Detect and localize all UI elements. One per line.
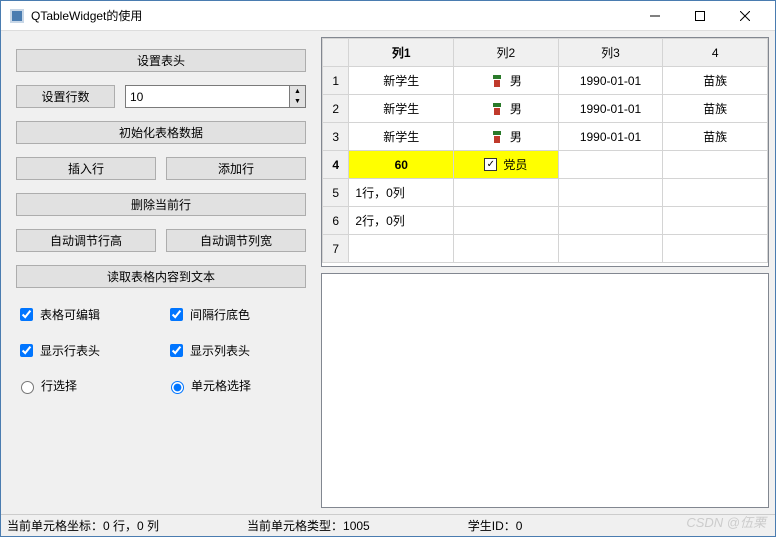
- table-widget[interactable]: 列1 列2 列3 4 1 新学生 男 1990-01-01 苗族 2 新: [321, 37, 769, 267]
- set-header-button[interactable]: 设置表头: [16, 49, 306, 72]
- table-cell[interactable]: 男: [454, 95, 559, 123]
- table-cell[interactable]: [454, 235, 559, 263]
- table-row: 4 60 党员: [323, 151, 768, 179]
- row-header[interactable]: 4: [323, 151, 349, 179]
- window-title: QTableWidget的使用: [31, 7, 632, 24]
- table-cell[interactable]: [663, 207, 768, 235]
- rowheader-checkbox[interactable]: 显示行表头: [16, 341, 156, 360]
- row-header[interactable]: 3: [323, 123, 349, 151]
- app-icon: [9, 8, 25, 24]
- table-cell[interactable]: [663, 151, 768, 179]
- col-header-3[interactable]: 列3: [558, 39, 663, 67]
- titlebar: QTableWidget的使用: [1, 1, 775, 31]
- rowcount-input[interactable]: [125, 85, 290, 108]
- col-header-4[interactable]: 4: [663, 39, 768, 67]
- table-cell[interactable]: [349, 235, 454, 263]
- control-panel: 设置表头 设置行数 ▲ ▼ 初始化表格数据 插入行 添加行 删除当前行 自动调节…: [1, 31, 321, 514]
- table-cell[interactable]: 1990-01-01: [558, 123, 663, 151]
- row-header[interactable]: 6: [323, 207, 349, 235]
- cell-select-radio[interactable]: 单元格选择: [166, 377, 306, 394]
- table-cell-selected[interactable]: 60: [349, 151, 454, 179]
- table-row: 2 新学生 男 1990-01-01 苗族: [323, 95, 768, 123]
- rowcount-spinbox[interactable]: ▲ ▼: [125, 85, 306, 108]
- table-cell[interactable]: [663, 179, 768, 207]
- table-row: 5 1行，0列: [323, 179, 768, 207]
- table-row: 6 2行，0列: [323, 207, 768, 235]
- close-button[interactable]: [722, 1, 767, 30]
- table-cell[interactable]: [558, 151, 663, 179]
- minimize-button[interactable]: [632, 1, 677, 30]
- table-cell[interactable]: 1行，0列: [349, 179, 454, 207]
- row-header[interactable]: 1: [323, 67, 349, 95]
- table-row: 1 新学生 男 1990-01-01 苗族: [323, 67, 768, 95]
- row-select-radio[interactable]: 行选择: [16, 377, 156, 394]
- table-cell[interactable]: 新学生: [349, 95, 454, 123]
- table-cell[interactable]: 1990-01-01: [558, 67, 663, 95]
- maximize-button[interactable]: [677, 1, 722, 30]
- delete-row-button[interactable]: 删除当前行: [16, 193, 306, 216]
- person-icon: [490, 102, 504, 116]
- table-row: 3 新学生 男 1990-01-01 苗族: [323, 123, 768, 151]
- row-header[interactable]: 2: [323, 95, 349, 123]
- spin-up-button[interactable]: ▲: [290, 86, 305, 97]
- table-cell[interactable]: [454, 179, 559, 207]
- insert-row-button[interactable]: 插入行: [16, 157, 156, 180]
- text-output[interactable]: [321, 273, 769, 508]
- person-icon: [490, 74, 504, 88]
- table-cell[interactable]: [454, 207, 559, 235]
- table-cell[interactable]: [558, 235, 663, 263]
- read-to-text-button[interactable]: 读取表格内容到文本: [16, 265, 306, 288]
- auto-rowheight-button[interactable]: 自动调节行高: [16, 229, 156, 252]
- row-header[interactable]: 5: [323, 179, 349, 207]
- checkbox-icon[interactable]: [484, 158, 497, 171]
- table-cell[interactable]: 苗族: [663, 123, 768, 151]
- table-cell[interactable]: [558, 207, 663, 235]
- statusbar: 当前单元格坐标：0 行，0 列 当前单元格类型：1005 学生ID：0: [1, 514, 775, 536]
- table-row: 7: [323, 235, 768, 263]
- status-sid: 学生ID：0: [468, 517, 523, 534]
- table-cell[interactable]: 新学生: [349, 123, 454, 151]
- status-coord: 当前单元格坐标：0 行，0 列: [7, 517, 159, 534]
- altrow-checkbox[interactable]: 间隔行底色: [166, 305, 306, 324]
- person-icon: [490, 130, 504, 144]
- spin-down-button[interactable]: ▼: [290, 97, 305, 108]
- table-cell[interactable]: 男: [454, 123, 559, 151]
- init-data-button[interactable]: 初始化表格数据: [16, 121, 306, 144]
- editable-checkbox[interactable]: 表格可编辑: [16, 305, 156, 324]
- table-cell[interactable]: 党员: [454, 151, 559, 179]
- col-header-2[interactable]: 列2: [454, 39, 559, 67]
- corner-header[interactable]: [323, 39, 349, 67]
- table-cell[interactable]: [558, 179, 663, 207]
- table-cell[interactable]: 新学生: [349, 67, 454, 95]
- table-cell[interactable]: 男: [454, 67, 559, 95]
- table-cell[interactable]: 苗族: [663, 67, 768, 95]
- status-type: 当前单元格类型：1005: [247, 517, 370, 534]
- row-header[interactable]: 7: [323, 235, 349, 263]
- add-row-button[interactable]: 添加行: [166, 157, 306, 180]
- colheader-checkbox[interactable]: 显示列表头: [166, 341, 306, 360]
- table-cell[interactable]: [663, 235, 768, 263]
- auto-colwidth-button[interactable]: 自动调节列宽: [166, 229, 306, 252]
- set-rowcount-button[interactable]: 设置行数: [16, 85, 115, 108]
- table-cell[interactable]: 1990-01-01: [558, 95, 663, 123]
- table-cell[interactable]: 2行，0列: [349, 207, 454, 235]
- col-header-1[interactable]: 列1: [349, 39, 454, 67]
- table-cell[interactable]: 苗族: [663, 95, 768, 123]
